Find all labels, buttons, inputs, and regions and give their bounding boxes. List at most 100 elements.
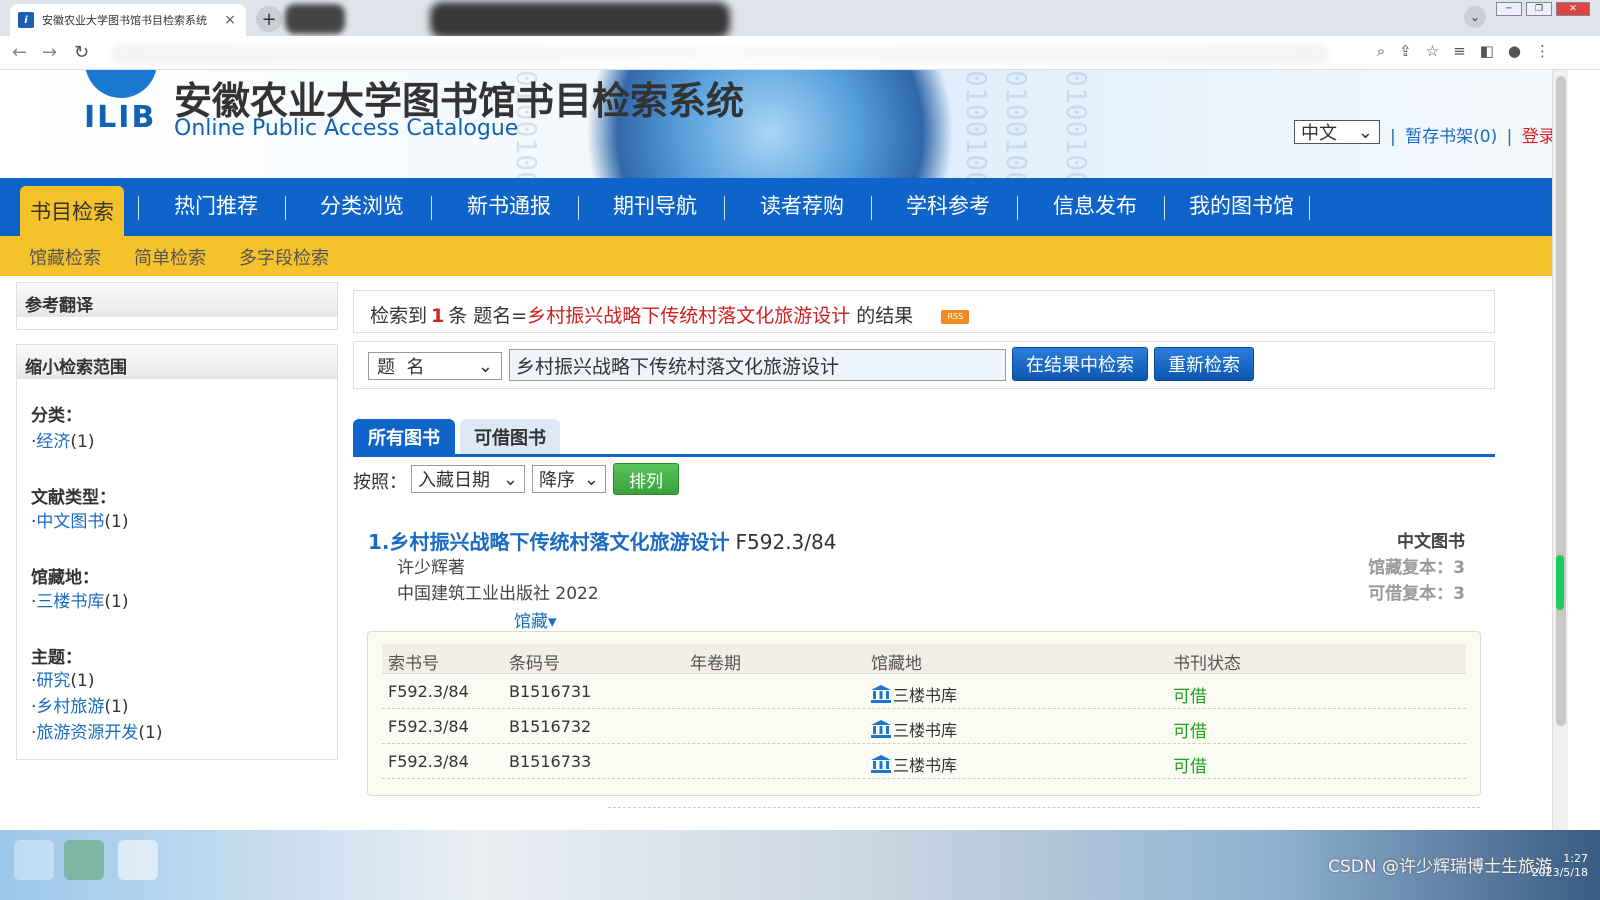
facet-title-subject: 主题： <box>31 648 82 668</box>
book-title-link[interactable]: 1.乡村振兴战略下传统村落文化旅游设计 <box>368 530 730 554</box>
binary-decoration: 0100100001 <box>960 70 993 178</box>
cell-barcode: B1516731 <box>509 682 592 701</box>
nav-item-subjects[interactable]: 学科参考 <box>906 190 990 226</box>
tab-available-books[interactable]: 可借图书 <box>460 419 560 455</box>
redacted-region <box>430 2 730 38</box>
site-subtitle: Online Public Access Catalogue <box>174 116 519 141</box>
language-value: 中文 <box>1301 123 1337 144</box>
nav-item-browse[interactable]: 分类浏览 <box>320 190 404 226</box>
book-author: 许少辉著 <box>397 558 465 578</box>
facet-item[interactable]: ·经济(1) <box>31 427 95 452</box>
tab-all-books[interactable]: 所有图书 <box>353 419 455 455</box>
tab-close-icon[interactable]: × <box>222 12 238 28</box>
restore-icon[interactable]: ❐ <box>1526 2 1552 16</box>
location-text: 三楼书库 <box>893 721 958 740</box>
facet-name[interactable]: 乡村旅游 <box>36 697 104 717</box>
zoom-icon[interactable]: ⌕ <box>1377 42 1385 60</box>
search-in-results-button[interactable]: 在结果中检索 <box>1012 347 1148 381</box>
subnav-multi-field-search[interactable]: 多字段检索 <box>239 244 329 270</box>
bookmark-star-icon[interactable]: ☆ <box>1426 42 1439 60</box>
holdings-toggle-link[interactable]: 馆藏▾ <box>514 607 557 632</box>
nav-item-recommend[interactable]: 读者荐购 <box>760 190 844 226</box>
nav-divider <box>578 196 579 220</box>
nav-divider <box>431 196 432 220</box>
book-copies: 馆藏复本：3 <box>1368 558 1465 578</box>
facet-title-doctype: 文献类型： <box>31 488 116 508</box>
nav-item-catalog-search[interactable]: 书目检索 <box>20 186 124 236</box>
library-building-icon <box>871 755 891 773</box>
facet-item[interactable]: ·三楼书库(1) <box>31 587 129 612</box>
menu-kebab-icon[interactable]: ⋮ <box>1535 42 1550 60</box>
facet-name[interactable]: 经济 <box>36 432 70 452</box>
facet-name[interactable]: 旅游资源开发 <box>36 723 138 743</box>
facet-item[interactable]: ·旅游资源开发(1) <box>31 718 163 743</box>
facet-count: (1) <box>138 723 163 743</box>
reload-icon[interactable]: ↻ <box>74 42 89 63</box>
nav-divider <box>138 196 139 220</box>
result-query: 乡村振兴战略下传统村落文化旅游设计 <box>527 305 851 327</box>
sort-order-select[interactable]: 降序 ⌄ <box>532 465 606 493</box>
scrollbar-thumb[interactable] <box>1556 76 1566 726</box>
subnav-holdings-search[interactable]: 馆藏检索 <box>29 244 101 270</box>
narrow-title: 缩小检索范围 <box>17 345 337 379</box>
profile-avatar-icon[interactable]: ● <box>1508 42 1521 60</box>
facet-count: (1) <box>104 592 129 612</box>
side-panel-icon[interactable]: ◧ <box>1480 42 1494 60</box>
taskbar-app-icon[interactable] <box>64 840 104 880</box>
shelf-link[interactable]: 暂存书架(0) <box>1405 127 1497 147</box>
close-window-icon[interactable]: ✕ <box>1556 2 1590 16</box>
cell-barcode: B1516733 <box>509 752 592 771</box>
minimize-icon[interactable]: ─ <box>1496 2 1522 16</box>
main-nav: 书目检索 热门推荐 分类浏览 新书通报 期刊导航 读者荐购 学科参考 信息发布 … <box>0 178 1552 236</box>
cell-status: 可借 <box>1173 757 1207 777</box>
login-link[interactable]: 登录 <box>1522 127 1552 147</box>
cell-location: 三楼书库 <box>871 752 957 776</box>
forward-arrow-icon[interactable]: → <box>42 42 57 63</box>
sort-field-select[interactable]: 入藏日期 ⌄ <box>411 465 525 493</box>
site-header: 0100100001 0100100001 0100100001 0100100… <box>0 70 1552 178</box>
page-scrollbar[interactable] <box>1552 70 1568 842</box>
nav-divider <box>285 196 286 220</box>
nav-item-journals[interactable]: 期刊导航 <box>613 190 697 226</box>
search-input[interactable] <box>509 349 1006 381</box>
facet-name[interactable]: 中文图书 <box>36 512 104 532</box>
taskbar-app-icon[interactable] <box>118 840 158 880</box>
sort-order-value: 降序 <box>539 470 575 491</box>
back-arrow-icon[interactable]: ← <box>12 42 27 63</box>
taskbar-app-icon[interactable] <box>14 840 54 880</box>
facet-item[interactable]: ·乡村旅游(1) <box>31 692 129 717</box>
rss-icon[interactable]: RSS <box>941 310 970 324</box>
facet-name[interactable]: 研究 <box>36 671 70 691</box>
nav-item-news[interactable]: 信息发布 <box>1053 190 1137 226</box>
nav-item-hot[interactable]: 热门推荐 <box>174 190 258 226</box>
new-search-button[interactable]: 重新检索 <box>1154 347 1254 381</box>
nav-divider <box>724 196 725 220</box>
library-building-icon <box>871 685 891 703</box>
new-tab-button[interactable]: + <box>256 6 282 32</box>
sort-button[interactable]: 排列 <box>613 463 679 495</box>
book-result-title: 1.乡村振兴战略下传统村落文化旅游设计 F592.3/84 <box>368 526 836 555</box>
reading-list-icon[interactable]: ≡ <box>1453 42 1466 60</box>
sort-field-value: 入藏日期 <box>418 470 490 491</box>
cell-status: 可借 <box>1173 687 1207 707</box>
facet-name[interactable]: 三楼书库 <box>36 592 104 612</box>
cell-barcode: B1516732 <box>509 717 592 736</box>
nav-item-new-books[interactable]: 新书通报 <box>467 190 551 226</box>
share-icon[interactable]: ⇪ <box>1399 42 1412 60</box>
tab-search-chevron-icon[interactable]: ⌄ <box>1464 6 1486 28</box>
language-select[interactable]: 中文 ⌄ <box>1294 120 1380 144</box>
field-select[interactable]: 题 名 ⌄ <box>368 352 502 380</box>
facet-item[interactable]: ·中文图书(1) <box>31 507 129 532</box>
address-bar[interactable] <box>110 44 1330 64</box>
clock-time: 1:27 <box>1563 852 1588 865</box>
col-header-volume: 年卷期 <box>690 654 741 674</box>
result-summary: 检索到 1 条 题名=乡村振兴战略下传统村落文化旅游设计 的结果 RSS <box>353 290 1495 333</box>
subnav-simple-search[interactable]: 简单检索 <box>134 244 206 270</box>
facet-item[interactable]: ·研究(1) <box>31 666 95 691</box>
facet-title-class: 分类： <box>31 406 82 426</box>
nav-item-my-library[interactable]: 我的图书馆 <box>1189 190 1294 226</box>
browser-tab[interactable]: i 安徽农业大学图书馆书目检索系统 × <box>10 4 246 36</box>
holdings-table: 索书号 条码号 年卷期 馆藏地 书刊状态 F592.3/84 B1516731 … <box>382 644 1466 779</box>
binary-decoration: 0100100001 <box>1060 70 1093 178</box>
table-row: F592.3/84 B1516731 三楼书库 可借 <box>382 674 1466 709</box>
